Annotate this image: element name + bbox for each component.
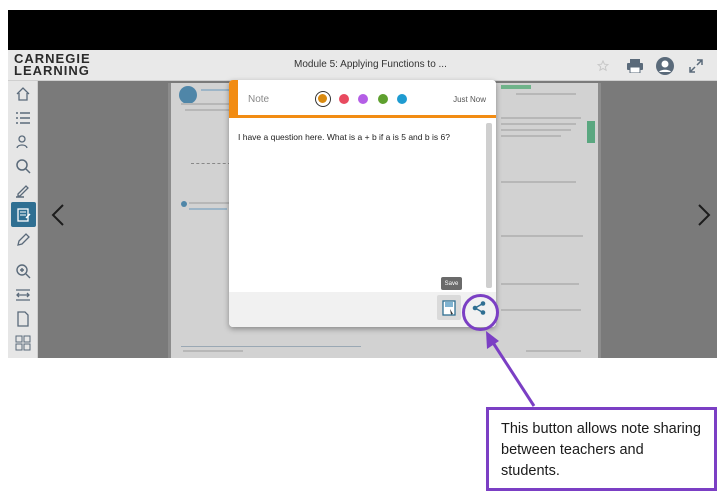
glossary-icon[interactable]	[14, 133, 32, 151]
logo-line-2: LEARNING	[14, 63, 90, 78]
carnegie-learning-logo: CARNEGIE LEARNING	[14, 52, 104, 78]
search-icon[interactable]	[14, 157, 32, 175]
activity-icon	[179, 86, 197, 104]
note-label: Note	[248, 94, 270, 105]
note-scrollbar[interactable]	[486, 123, 492, 288]
note-text-area[interactable]: I have a question here. What is a + b if…	[238, 132, 478, 143]
bullet-icon	[181, 201, 187, 207]
home-icon[interactable]	[14, 85, 32, 103]
print-icon[interactable]	[624, 55, 646, 77]
thumbnails-icon[interactable]	[14, 334, 32, 352]
next-page-arrow[interactable]	[694, 200, 714, 230]
color-swatch-red[interactable]	[339, 94, 349, 104]
fit-width-icon[interactable]	[14, 286, 32, 304]
color-swatch-green[interactable]	[378, 94, 388, 104]
save-tooltip: Save	[441, 277, 462, 290]
list-icon[interactable]	[14, 109, 32, 127]
previous-page-arrow[interactable]	[48, 200, 68, 230]
callout-box: This button allows note sharing between …	[486, 407, 717, 491]
pen-icon[interactable]	[14, 231, 32, 249]
page-icon[interactable]	[14, 310, 32, 328]
share-button-highlight-ring	[462, 294, 499, 331]
highlighter-icon[interactable]	[14, 181, 32, 199]
header: CARNEGIE LEARNING Module 5: Applying Fun…	[8, 50, 717, 81]
color-swatch-blue[interactable]	[397, 94, 407, 104]
expand-icon[interactable]	[685, 55, 707, 77]
note-header: Note Just Now	[238, 80, 496, 118]
color-swatch-purple[interactable]	[358, 94, 368, 104]
profile-icon[interactable]	[654, 55, 676, 77]
note-timestamp: Just Now	[453, 95, 486, 104]
note-popup: Note Just Now I have a question here. Wh…	[229, 80, 496, 327]
notes-icon[interactable]	[11, 202, 36, 227]
save-icon	[442, 299, 456, 316]
zoom-in-icon[interactable]	[14, 262, 32, 280]
note-accent-bar	[229, 80, 238, 118]
screenshot-root: CARNEGIE LEARNING Module 5: Applying Fun…	[0, 0, 721, 498]
color-swatch-orange[interactable]	[315, 91, 331, 107]
sidebar	[8, 81, 38, 358]
top-black-bar	[8, 10, 717, 50]
star-icon[interactable]	[592, 55, 614, 77]
module-title: Module 5: Applying Functions to ...	[294, 59, 447, 70]
save-button[interactable]	[437, 295, 461, 320]
